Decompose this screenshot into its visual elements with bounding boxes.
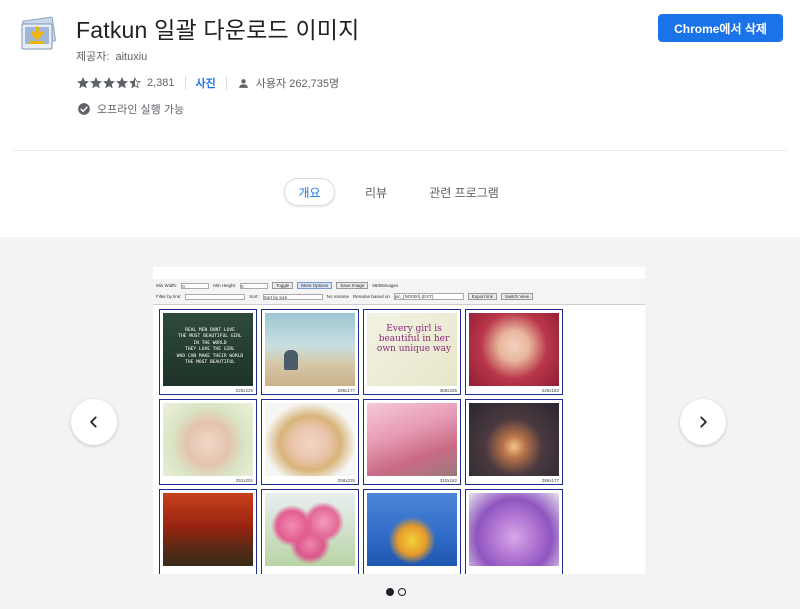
chevron-left-icon xyxy=(90,416,97,428)
thumbnail-image xyxy=(265,403,355,476)
users-text: 사용자 262,735명 xyxy=(255,78,340,90)
star-full-icon xyxy=(77,77,89,89)
sort-label: Sort: xyxy=(249,294,259,299)
toolbar-row-1: Min Width: 0 Min Height: 0 Toggle More O… xyxy=(156,282,398,289)
thumbnail xyxy=(465,489,563,574)
export-link-button: Export link xyxy=(467,293,497,300)
meta-row: 2,381 사진 사용자 262,735명 xyxy=(77,75,339,91)
thumbnail xyxy=(363,489,461,574)
image-count: 68/68images xyxy=(372,283,399,288)
toolbar-row-2: Filter by link: Sort: Sort by size No re… xyxy=(156,293,534,300)
thumbnail: 251x201 xyxy=(159,399,257,485)
gallery-dot[interactable] xyxy=(398,588,406,596)
thumbnail-size: 286x177 xyxy=(541,478,559,483)
provider-name[interactable]: aituxiu xyxy=(115,51,147,63)
thumbnail-size: 225x183 xyxy=(541,388,559,393)
offline-capability: 오프라인 실행 가능 xyxy=(77,101,184,117)
rating-stars[interactable] xyxy=(77,77,141,89)
rating-count[interactable]: 2,381 xyxy=(147,77,175,89)
meta-divider xyxy=(225,76,227,90)
extension-title: Fatkun 일괄 다운로드 이미지 xyxy=(76,17,360,43)
thumbnail-image xyxy=(367,403,457,476)
star-half-icon xyxy=(129,77,141,89)
download-image-icon xyxy=(21,16,56,50)
tab-overview[interactable]: 개요 xyxy=(284,178,335,206)
min-height-label: Min Height: xyxy=(213,283,237,288)
thumbnail-image xyxy=(265,313,355,386)
header-divider xyxy=(14,150,786,151)
photos-link[interactable]: 사진 xyxy=(196,75,216,91)
thumbnail: 310x162 xyxy=(363,399,461,485)
thumbnail-image xyxy=(469,313,559,386)
sort-select: Sort by size xyxy=(262,293,323,300)
thumbnail: 225x183 xyxy=(465,309,563,395)
thumbnail-size: 225x225 xyxy=(235,388,253,393)
screenshot-toolbar: Min Width: 0 Min Height: 0 Toggle More O… xyxy=(153,279,645,305)
thumbnail-image xyxy=(367,493,457,566)
thumbnail-image xyxy=(469,493,559,566)
offline-check-icon xyxy=(78,103,90,115)
thumbnail-size: 286x177 xyxy=(337,388,355,393)
quote-text: REAL MEN DONT LOVE THE MOST BEAUTIFUL GI… xyxy=(176,328,244,366)
tab-related[interactable]: 관련 프로그램 xyxy=(420,178,508,206)
screenshot-gallery: Min Width: 0 Min Height: 0 Toggle More O… xyxy=(0,237,800,609)
figure-shape xyxy=(284,350,298,370)
thumbnail-size: 251x201 xyxy=(235,478,253,483)
offline-text: 오프라인 실행 가능 xyxy=(97,104,185,116)
thumbnail-size: 369x336 xyxy=(439,388,457,393)
no-rename-option: No rename xyxy=(326,294,350,299)
chevron-right-icon xyxy=(700,416,707,428)
gallery-pagination xyxy=(386,588,406,596)
thumbnail xyxy=(159,489,257,574)
girl-quote-text: Every girl is beautiful in her own uniqu… xyxy=(376,324,452,354)
thumbnail-image xyxy=(469,403,559,476)
star-full-icon xyxy=(103,77,115,89)
thumbnail-image xyxy=(163,403,253,476)
thumbnail: 258x235 xyxy=(261,399,359,485)
users-count: 사용자 262,735명 xyxy=(237,75,339,91)
thumbnail-image xyxy=(163,493,253,566)
extension-header: Fatkun 일괄 다운로드 이미지 제공자: aituxiu 2,381 사진… xyxy=(0,0,800,150)
min-width-input: 0 xyxy=(181,282,210,289)
star-full-icon xyxy=(116,77,128,89)
filter-input xyxy=(185,293,246,300)
min-height-input: 0 xyxy=(240,282,269,289)
more-options-button: More Options xyxy=(297,282,333,289)
filter-label: Filter by link: xyxy=(156,294,182,299)
min-width-label: Min Width: xyxy=(156,283,178,288)
person-icon xyxy=(238,78,248,88)
save-image-button: Save Image xyxy=(336,282,369,289)
thumbnail: Every girl is beautiful in her own uniqu… xyxy=(363,309,461,395)
thumbnail: 286x177 xyxy=(261,309,359,395)
detail-tabs: 개요 리뷰 관련 프로그램 xyxy=(0,178,800,208)
thumbnail-size: 310x162 xyxy=(439,478,457,483)
gallery-next-button[interactable] xyxy=(680,399,726,445)
toggle-button: Toggle xyxy=(272,282,294,289)
remove-from-chrome-button[interactable]: Chrome에서 삭제 xyxy=(658,14,783,42)
gallery-dot[interactable] xyxy=(386,588,394,596)
provider: 제공자: aituxiu xyxy=(76,48,147,64)
gallery-slide[interactable]: Min Width: 0 Min Height: 0 Toggle More O… xyxy=(153,267,645,574)
rename-pattern-input: pic_{NO000}.{EXT} xyxy=(393,293,464,300)
thumbnail-image xyxy=(265,493,355,566)
thumbnail: REAL MEN DONT LOVE THE MOST BEAUTIFUL GI… xyxy=(159,309,257,395)
meta-divider xyxy=(184,76,186,90)
provider-label: 제공자: xyxy=(76,51,110,63)
switch-view-button: Switch View xyxy=(500,293,534,300)
rename-option: Rename based on xyxy=(353,294,390,299)
tab-reviews[interactable]: 리뷰 xyxy=(358,178,394,206)
star-full-icon xyxy=(90,77,102,89)
gallery-prev-button[interactable] xyxy=(71,399,117,445)
thumbnail xyxy=(261,489,359,574)
thumbnail: 286x177 xyxy=(465,399,563,485)
thumbnail-size: 258x235 xyxy=(337,478,355,483)
